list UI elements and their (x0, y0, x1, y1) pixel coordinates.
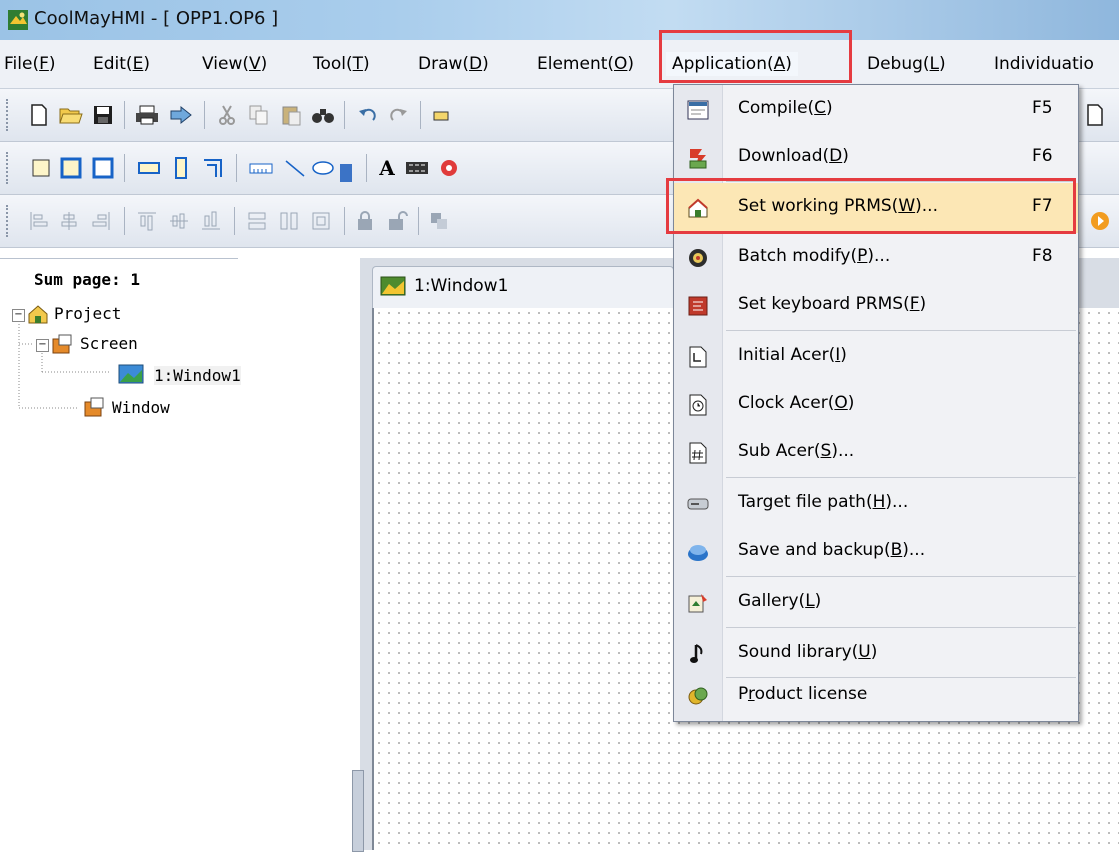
same-height-icon[interactable] (276, 208, 302, 234)
group-icon[interactable] (426, 208, 452, 234)
menu-element[interactable]: Element(O) (537, 54, 634, 74)
title-bar: CoolMayHMI - [ OPP1.OP6 ] (0, 0, 1119, 40)
lock-icon[interactable] (352, 208, 378, 234)
run-icon[interactable] (1090, 210, 1110, 232)
toolbar-grip[interactable] (6, 152, 14, 184)
backup-icon (686, 540, 710, 564)
align-center-icon[interactable] (56, 208, 82, 234)
vertical-bar-icon[interactable] (168, 155, 194, 181)
line-tool-icon[interactable] (282, 155, 308, 181)
hash-icon (686, 441, 710, 465)
menu-tool[interactable]: Tool(T) (313, 54, 370, 74)
compile-icon (686, 98, 710, 122)
menu-edit[interactable]: Edit(E) (93, 54, 150, 74)
document-tab-title: 1:Window1 (414, 276, 509, 296)
collapse-screen-toggle[interactable]: − (36, 339, 49, 352)
new-file-icon[interactable] (26, 102, 52, 128)
menu-item-download[interactable]: Download(D) F6 (674, 133, 1078, 183)
undo-icon[interactable] (354, 102, 380, 128)
set-working-prms-highlight-box (666, 178, 1076, 234)
print-icon[interactable] (134, 102, 160, 128)
panel-splitter[interactable] (352, 770, 364, 852)
menu-draw[interactable]: Draw(D) (418, 54, 489, 74)
more-tools-icon[interactable] (340, 164, 352, 182)
tree-item-screen[interactable]: Screen (80, 334, 138, 353)
toolbar-grip[interactable] (6, 99, 14, 131)
menu-view[interactable]: View(V) (202, 54, 267, 74)
menu-item-target-file-path[interactable]: Target file path(H)... (674, 479, 1078, 529)
menu-individuation[interactable]: Individuatio (994, 54, 1094, 74)
tree-item-window1[interactable]: 1:Window1 (154, 366, 241, 385)
toolbar-grip[interactable] (6, 205, 14, 237)
menu-item-initial-acer[interactable]: Initial Acer(I) (674, 332, 1078, 382)
horizontal-bar-icon[interactable] (136, 155, 162, 181)
copy-icon[interactable] (246, 102, 272, 128)
ellipse-tool-icon[interactable] (310, 155, 336, 181)
align-bottom-icon[interactable] (198, 208, 224, 234)
window-image-icon (118, 364, 144, 384)
cut-icon[interactable] (214, 102, 240, 128)
same-width-icon[interactable] (244, 208, 270, 234)
save-icon[interactable] (90, 102, 116, 128)
tree-item-window[interactable]: Window (112, 398, 170, 417)
tree-item-project[interactable]: Project (54, 304, 121, 323)
menu-item-clock-acer[interactable]: Clock Acer(O) (674, 380, 1078, 430)
raised-rectangle-icon[interactable] (58, 155, 84, 181)
music-note-icon (686, 642, 710, 666)
drive-icon (686, 492, 710, 516)
window-folder-icon (83, 397, 105, 417)
menu-file[interactable]: File(F) (4, 54, 56, 74)
screen-folder-icon (51, 334, 73, 354)
menu-debug[interactable]: Debug(L) (867, 54, 946, 74)
menu-bar: File(F) Edit(E) View(V) Tool(T) Draw(D) … (0, 40, 1119, 89)
align-icon[interactable] (428, 102, 454, 128)
numeric-display-icon[interactable] (404, 155, 430, 181)
menu-item-gallery[interactable]: Gallery(L) (674, 578, 1078, 628)
batch-icon (686, 246, 710, 270)
sum-page-label: Sum page: 1 (34, 270, 140, 289)
keyboard-icon (686, 294, 710, 318)
license-icon (686, 684, 710, 708)
menu-item-sub-acer[interactable]: Sub Acer(S)... (674, 428, 1078, 478)
menu-item-batch-modify[interactable]: Batch modify(P)... F8 (674, 233, 1078, 283)
clock-icon (686, 393, 710, 417)
page-icon[interactable] (1082, 102, 1108, 128)
same-size-icon[interactable] (308, 208, 334, 234)
initial-icon (686, 345, 710, 369)
application-menu-highlight-box (659, 30, 852, 83)
align-left-icon[interactable] (26, 208, 52, 234)
align-right-icon[interactable] (88, 208, 114, 234)
corner-line-icon[interactable] (200, 155, 226, 181)
find-icon[interactable] (310, 102, 336, 128)
open-folder-icon[interactable] (58, 102, 84, 128)
redo-icon[interactable] (386, 102, 412, 128)
align-top-icon[interactable] (134, 208, 160, 234)
menu-item-compile[interactable]: Compile(C) F5 (674, 85, 1078, 135)
menu-item-set-keyboard-prms[interactable]: Set keyboard PRMS(F) (674, 281, 1078, 331)
gear-element-icon[interactable] (436, 155, 462, 181)
app-logo-icon (8, 10, 28, 30)
export-icon[interactable] (168, 102, 194, 128)
download-icon (686, 146, 710, 170)
menu-item-save-and-backup[interactable]: Save and backup(B)... (674, 527, 1078, 577)
window-tab-icon (380, 276, 406, 296)
home-icon (27, 304, 49, 324)
ruler-icon[interactable] (248, 155, 274, 181)
paste-icon[interactable] (278, 102, 304, 128)
unlock-icon[interactable] (384, 208, 410, 234)
collapse-project-toggle[interactable]: − (12, 309, 25, 322)
text-tool-icon[interactable]: A (374, 155, 400, 181)
sunken-rectangle-icon[interactable] (90, 155, 116, 181)
menu-item-product-license[interactable]: Product license (674, 671, 1078, 721)
gallery-icon (686, 591, 710, 615)
rectangle-icon[interactable] (28, 155, 54, 181)
window-title: CoolMayHMI - [ OPP1.OP6 ] (34, 8, 279, 29)
align-middle-icon[interactable] (166, 208, 192, 234)
